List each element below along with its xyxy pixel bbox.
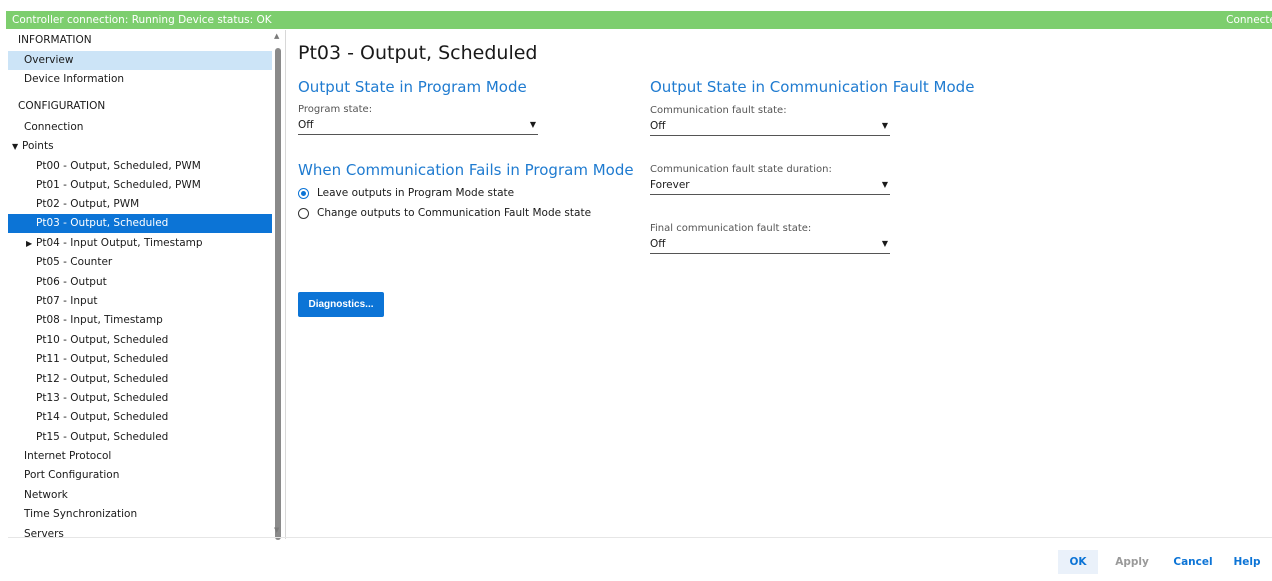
sidebar-item-pt07[interactable]: Pt07 - Input [8,292,272,311]
sidebar-item-overview[interactable]: Overview [8,51,272,70]
chevron-down-icon: ▼ [881,180,888,189]
radio-change-outputs-label: Change outputs to Communication Fault Mo… [317,207,592,219]
help-button[interactable]: Help [1230,550,1264,574]
radio-change-outputs[interactable]: Change outputs to Communication Fault Mo… [298,205,591,221]
chevron-down-icon: ▼ [529,120,536,129]
scrollbar-thumb[interactable] [275,48,281,540]
status-bar: Controller connection: Running Device st… [6,11,1272,29]
program-state-select[interactable]: Off ▼ [298,117,538,135]
sidebar-item-connection[interactable]: Connection [8,118,272,137]
sidebar-item-pt10[interactable]: Pt10 - Output, Scheduled [8,331,272,350]
sidebar-item-time-synchronization[interactable]: Time Synchronization [8,505,272,524]
section-title-program-mode: Output State in Program Mode [298,78,527,96]
final-fault-state-label: Final communication fault state: [650,223,812,234]
caret-right-icon[interactable]: ▶ [26,234,36,253]
sidebar-header-information: INFORMATION [18,34,92,46]
sidebar-item-pt00[interactable]: Pt00 - Output, Scheduled, PWM [8,157,272,176]
fault-duration-value: Forever [650,179,690,191]
sidebar-item-device-information[interactable]: Device Information [8,70,272,89]
sidebar-item-pt08[interactable]: Pt08 - Input, Timestamp [8,311,272,330]
sidebar-item-pt12[interactable]: Pt12 - Output, Scheduled [8,370,272,389]
scroll-down-icon[interactable]: ▼ [274,526,279,534]
apply-button[interactable]: Apply [1110,550,1154,574]
radio-leave-outputs-label: Leave outputs in Program Mode state [317,187,515,199]
sidebar-item-pt03[interactable]: Pt03 - Output, Scheduled [8,214,272,233]
page-title: Pt03 - Output, Scheduled [298,42,538,64]
sidebar-item-port-configuration[interactable]: Port Configuration [8,466,272,485]
sidebar-item-pt02[interactable]: Pt02 - Output, PWM [8,195,272,214]
sidebar-item-pt04[interactable]: ▶ Pt04 - Input Output, Timestamp [8,234,272,253]
sidebar-item-points[interactable]: ▼ Points [8,137,272,156]
sidebar-item-pt01[interactable]: Pt01 - Output, Scheduled, PWM [8,176,272,195]
ok-button[interactable]: OK [1058,550,1098,574]
fault-state-value: Off [650,120,666,132]
final-fault-state-select[interactable]: Off ▼ [650,236,890,254]
sidebar-item-pt06[interactable]: Pt06 - Output [8,273,272,292]
connected-status-text: Connecte [1226,14,1272,26]
footer-bar: OK Apply Cancel Help [8,537,1272,581]
section-title-fault-mode: Output State in Communication Fault Mode [650,78,975,96]
sidebar-item-pt05[interactable]: Pt05 - Counter [8,253,272,272]
radio-leave-outputs[interactable]: Leave outputs in Program Mode state [298,185,514,201]
chevron-down-icon: ▼ [881,239,888,248]
cancel-button[interactable]: Cancel [1171,550,1215,574]
diagnostics-button[interactable]: Diagnostics... [298,292,384,317]
program-state-label: Program state: [298,104,373,115]
radio-checked-icon[interactable] [298,187,309,199]
final-fault-state-value: Off [650,238,666,250]
fault-duration-select[interactable]: Forever ▼ [650,177,890,195]
caret-down-icon[interactable]: ▼ [12,137,22,156]
connection-status-text: Controller connection: Running Device st… [12,14,272,26]
sidebar-tree: INFORMATION Overview Device Information … [8,30,286,539]
sidebar-item-pt11[interactable]: Pt11 - Output, Scheduled [8,350,272,369]
sidebar-item-pt14[interactable]: Pt14 - Output, Scheduled [8,408,272,427]
sidebar-item-pt13[interactable]: Pt13 - Output, Scheduled [8,389,272,408]
sidebar-item-internet-protocol[interactable]: Internet Protocol [8,447,272,466]
sidebar-item-network[interactable]: Network [8,486,272,505]
radio-unchecked-icon[interactable] [298,207,309,219]
fault-state-select[interactable]: Off ▼ [650,118,890,136]
chevron-down-icon: ▼ [881,121,888,130]
sidebar-scrollbar[interactable]: ▲ ▼ [272,30,284,540]
program-state-value: Off [298,119,314,131]
fault-state-label: Communication fault state: [650,105,787,116]
section-title-comm-fails: When Communication Fails in Program Mode [298,161,634,179]
fault-duration-label: Communication fault state duration: [650,164,832,175]
scroll-up-icon[interactable]: ▲ [274,32,279,40]
sidebar-item-pt15[interactable]: Pt15 - Output, Scheduled [8,428,272,447]
main-panel: Pt03 - Output, Scheduled Output State in… [298,30,1258,535]
sidebar-header-configuration: CONFIGURATION [18,100,106,112]
